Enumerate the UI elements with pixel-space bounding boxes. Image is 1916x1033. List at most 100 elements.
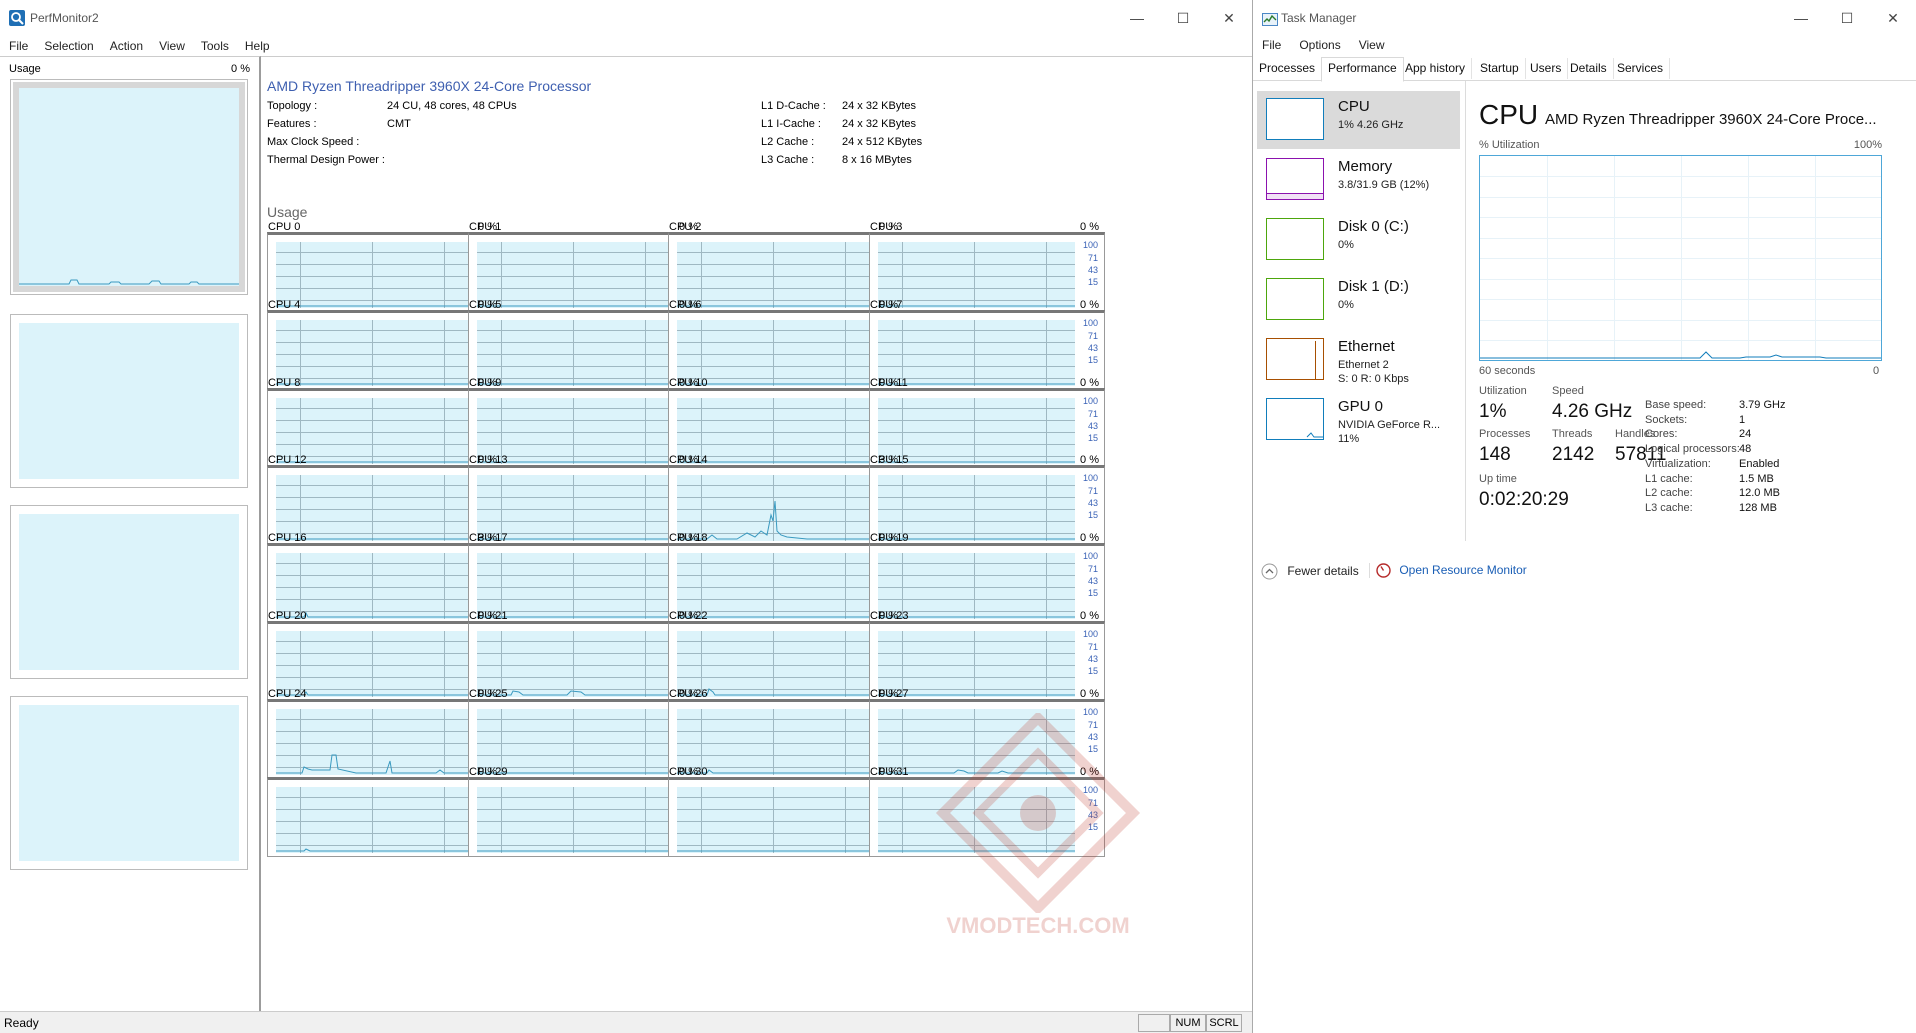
tab-performance[interactable]: Performance: [1321, 57, 1404, 82]
task-manager-app-icon: [1262, 13, 1278, 26]
resource-detail: 3.8/31.9 GB (12%): [1338, 179, 1430, 191]
resource-disk-1[interactable]: Disk 1 (D:) 0%: [1257, 271, 1460, 329]
info-key: L3 Cache :: [761, 154, 815, 166]
detail-value: 48: [1739, 443, 1752, 456]
y-tick-label: 43: [1087, 265, 1098, 275]
status-scrl: SCRL: [1206, 1014, 1242, 1032]
chevron-up-circle-icon: [1261, 563, 1278, 580]
menu-view[interactable]: View: [151, 36, 193, 56]
graph-label-utilization: % Utilization: [1479, 139, 1540, 151]
summary-graph-3[interactable]: [10, 505, 248, 679]
processes-value: 148: [1479, 444, 1511, 465]
task-manager-titlebar: Task Manager — ☐ ✕: [1253, 0, 1916, 36]
cpu-usage-line: [677, 850, 874, 852]
menu-tools[interactable]: Tools: [193, 36, 237, 56]
utilization-value: 1%: [1479, 401, 1507, 422]
open-resource-monitor-link[interactable]: Open Resource Monitor: [1369, 563, 1527, 579]
summary-graph-4[interactable]: [10, 696, 248, 870]
tab-details[interactable]: Details: [1564, 58, 1614, 79]
y-tick-label: 71: [1087, 486, 1098, 497]
detail-key: L3 cache:: [1645, 501, 1693, 514]
fewer-details-link[interactable]: Fewer details: [1261, 563, 1359, 580]
cpu-graph-plot: [276, 786, 473, 853]
resource-cpu[interactable]: CPU 1% 4.26 GHz: [1257, 91, 1460, 149]
detail-key: L1 cache:: [1645, 472, 1693, 485]
close-button[interactable]: ✕: [1206, 0, 1252, 36]
tab-users[interactable]: Users: [1524, 58, 1569, 79]
maximize-button[interactable]: ☐: [1824, 0, 1870, 36]
y-tick-label: 100: [1082, 551, 1098, 562]
threads-label: Threads: [1552, 428, 1593, 440]
resource-name: Memory: [1338, 158, 1393, 175]
resource-detail-2: 11%: [1338, 433, 1360, 445]
speed-value: 4.26 GHz: [1552, 401, 1633, 422]
menu-help[interactable]: Help: [237, 36, 278, 56]
menu-view[interactable]: View: [1350, 35, 1394, 55]
detail-key: Base speed:: [1645, 399, 1707, 411]
fewer-details-label: Fewer details: [1287, 563, 1359, 578]
resource-gpu-0[interactable]: GPU 0 NVIDIA GeForce R... 11%: [1257, 391, 1460, 449]
uptime-label: Up time: [1479, 473, 1517, 485]
graph-label-max: 100%: [1853, 139, 1882, 151]
maximize-button[interactable]: ☐: [1160, 0, 1206, 36]
summary-graph-2[interactable]: [10, 314, 248, 488]
cpu-title: CPU: [1479, 99, 1539, 130]
resource-name: Disk 1 (D:): [1338, 278, 1409, 295]
y-tick-label: 43: [1087, 420, 1098, 431]
resource-ethernet[interactable]: Ethernet Ethernet 2 S: 0 R: 0 Kbps: [1257, 331, 1460, 389]
tab-processes[interactable]: Processes: [1253, 58, 1323, 79]
info-value: [387, 151, 637, 169]
menu-action[interactable]: Action: [102, 36, 151, 56]
y-tick-label: 71: [1087, 253, 1098, 263]
resource-disk-0[interactable]: Disk 0 (C:) 0%: [1257, 211, 1460, 269]
detail-key: Cores:: [1645, 428, 1678, 441]
menu-file[interactable]: File: [1253, 35, 1290, 55]
resource-name: Disk 0 (C:): [1338, 218, 1409, 235]
detail-value: 128 MB: [1739, 501, 1777, 514]
task-manager-window: Task Manager — ☐ ✕ File Options View Proce…: [1253, 0, 1916, 1033]
menu-options[interactable]: Options: [1290, 35, 1349, 55]
tab-bar: Processes Performance App history Startu…: [1253, 57, 1916, 82]
minimize-button[interactable]: —: [1114, 0, 1160, 36]
y-tick-label: 71: [1087, 408, 1098, 419]
ethernet-spike: [1315, 341, 1316, 379]
graph-label-time: 60 seconds: [1479, 365, 1536, 377]
menu-file[interactable]: File: [0, 36, 36, 56]
minimize-button[interactable]: —: [1778, 0, 1824, 36]
status-text: Ready: [4, 1016, 39, 1030]
status-pane-empty: [1138, 1014, 1170, 1032]
info-key: L1 I-Cache :: [761, 118, 821, 130]
y-tick-label: 43: [1087, 576, 1098, 587]
info-right-values: 24 x 32 KBytes 24 x 32 KBytes 24 x 512 K…: [842, 97, 992, 169]
gpu-thumbnail: [1266, 398, 1324, 440]
info-value: 24 x 512 KBytes: [842, 136, 923, 148]
cpu-usage-line: [276, 847, 473, 852]
y-tick-label: 71: [1087, 642, 1098, 652]
y-tick-label: 71: [1087, 564, 1098, 575]
perfmonitor-menubar: File Selection Action View Tools Help: [0, 36, 1252, 56]
gpu-thumbnail-line: [1306, 432, 1323, 438]
tab-services[interactable]: Services: [1611, 58, 1671, 79]
resource-name: Ethernet: [1338, 338, 1395, 355]
perfmonitor-titlebar: PerfMonitor2 — ☐ ✕: [0, 0, 1252, 36]
y-tick-label: 100: [1082, 240, 1098, 250]
info-value: [387, 133, 637, 151]
cpu-utilization-line: [1480, 351, 1881, 359]
resource-detail: 1% 4.26 GHz: [1338, 119, 1404, 131]
y-tick-label: 15: [1087, 510, 1098, 521]
cpu-model: AMD Ryzen Threadripper 3960X 24-Core Pro…: [1545, 111, 1877, 128]
summary-graph-1[interactable]: [10, 79, 248, 295]
info-left-values: 24 CU, 48 cores, 48 CPUs CMT: [387, 97, 637, 169]
y-tick-label: 100: [1082, 473, 1098, 484]
ethernet-thumbnail: [1266, 338, 1324, 380]
detail-key: Logical processors:: [1645, 443, 1740, 456]
cpu-detail-panel: CPU AMD Ryzen Threadripper 3960X 24-Core…: [1479, 81, 1909, 541]
tab-startup[interactable]: Startup: [1474, 58, 1526, 79]
detail-key: L2 cache:: [1645, 487, 1693, 500]
y-tick-label: 100: [1082, 317, 1098, 328]
tab-app-history[interactable]: App history: [1399, 58, 1473, 79]
resource-detail: 0%: [1338, 299, 1354, 311]
close-button[interactable]: ✕: [1870, 0, 1916, 36]
menu-selection[interactable]: Selection: [36, 36, 101, 56]
resource-memory[interactable]: Memory 3.8/31.9 GB (12%): [1257, 151, 1460, 209]
